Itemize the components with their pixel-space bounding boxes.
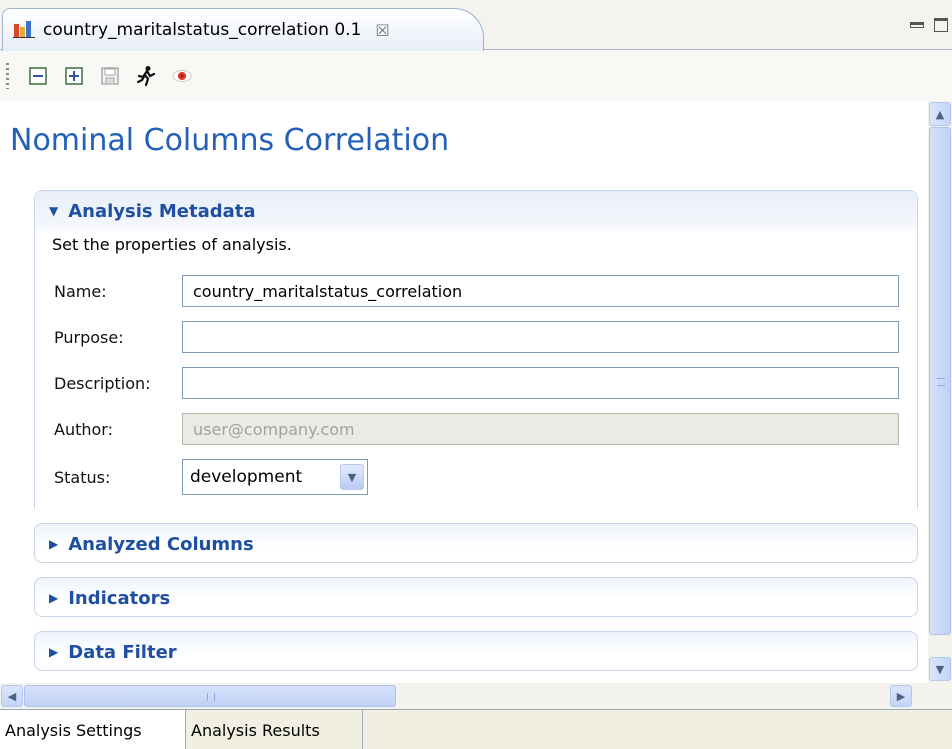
collapsed-triangle-icon: ▶	[49, 537, 59, 551]
save-icon	[101, 67, 119, 85]
maximize-icon[interactable]	[934, 18, 948, 32]
indicators-header[interactable]: ▶ Indicators	[35, 578, 917, 618]
name-field[interactable]: country_maritalstatus_correlation	[182, 275, 899, 307]
purpose-label: Purpose:	[54, 327, 124, 347]
name-row: Name: country_maritalstatus_correlation	[54, 275, 899, 307]
editor-tab-title: country_maritalstatus_correlation 0.1	[43, 20, 362, 40]
minimize-icon[interactable]	[910, 22, 924, 28]
chevron-down-icon[interactable]: ▼	[340, 464, 364, 490]
status-row: Status: development ▼	[54, 459, 368, 495]
horizontal-scrollbar[interactable]: ◀ ▶	[0, 683, 928, 709]
run-button[interactable]	[135, 65, 157, 87]
bar-chart-icon	[13, 18, 35, 42]
editor-toolbar	[0, 51, 952, 101]
analysis-metadata-description: Set the properties of analysis.	[52, 235, 292, 254]
page-title: Nominal Columns Correlation	[10, 123, 450, 158]
collapsed-triangle-icon: ▶	[49, 645, 59, 659]
description-label: Description:	[54, 373, 151, 393]
author-label: Author:	[54, 419, 113, 439]
scroll-down-icon[interactable]: ▼	[929, 657, 951, 681]
tab-analysis-results[interactable]: Analysis Results	[186, 710, 363, 749]
scroll-left-icon[interactable]: ◀	[1, 685, 23, 707]
status-select[interactable]: development ▼	[182, 459, 368, 495]
indicators-section[interactable]: ▶ Indicators	[34, 577, 918, 617]
expand-all-button[interactable]	[63, 65, 85, 87]
collapse-all-button[interactable]	[27, 65, 49, 87]
editor-tab-strip: country_maritalstatus_correlation 0.1 ☒	[0, 0, 952, 51]
status-value: development	[190, 467, 303, 487]
data-filter-header[interactable]: ▶ Data Filter	[35, 632, 917, 672]
scroll-up-icon[interactable]: ▲	[929, 102, 951, 126]
window-controls	[910, 18, 948, 32]
analyzed-columns-title: Analyzed Columns	[68, 533, 254, 555]
tab-analysis-settings[interactable]: Analysis Settings	[0, 710, 186, 749]
status-label: Status:	[54, 467, 111, 487]
horizontal-scroll-thumb[interactable]	[24, 685, 396, 707]
scroll-corner	[928, 683, 952, 709]
run-icon	[136, 66, 156, 87]
toolbar-grip[interactable]	[6, 63, 9, 89]
analysis-metadata-header[interactable]: ▼ Analysis Metadata	[35, 191, 917, 231]
tab-analysis-settings-label: Analysis Settings	[5, 720, 142, 740]
name-label: Name:	[54, 281, 107, 301]
purpose-row: Purpose:	[54, 321, 899, 353]
eye-icon	[172, 70, 192, 82]
editor-content: Nominal Columns Correlation ▼ Analysis M…	[0, 101, 928, 683]
indicators-title: Indicators	[68, 587, 171, 609]
analyzed-columns-header[interactable]: ▶ Analyzed Columns	[35, 524, 917, 564]
preview-button[interactable]	[171, 65, 193, 87]
analysis-metadata-section: ▼ Analysis Metadata Set the properties o…	[34, 190, 918, 509]
tab-analysis-results-label: Analysis Results	[191, 720, 320, 740]
purpose-field[interactable]	[182, 321, 899, 353]
editor-tab[interactable]: country_maritalstatus_correlation 0.1 ☒	[2, 8, 484, 51]
author-row: Author: user@company.com	[54, 413, 899, 445]
expanded-triangle-icon: ▼	[49, 204, 59, 218]
collapsed-triangle-icon: ▶	[49, 591, 59, 605]
save-button[interactable]	[99, 65, 121, 87]
description-field[interactable]	[182, 367, 899, 399]
analysis-metadata-title: Analysis Metadata	[68, 200, 256, 222]
collapse-all-icon	[29, 67, 47, 85]
author-field: user@company.com	[182, 413, 899, 445]
page-tabs: Analysis Settings Analysis Results	[0, 709, 952, 749]
scroll-right-icon[interactable]: ▶	[890, 685, 912, 707]
data-filter-section[interactable]: ▶ Data Filter	[34, 631, 918, 671]
vertical-scroll-thumb[interactable]	[929, 127, 951, 635]
vertical-scrollbar[interactable]: ▲ ▼	[928, 101, 952, 683]
close-icon[interactable]: ☒	[375, 21, 389, 40]
expand-all-icon	[65, 67, 83, 85]
analyzed-columns-section[interactable]: ▶ Analyzed Columns	[34, 523, 918, 563]
data-filter-title: Data Filter	[68, 641, 177, 663]
description-row: Description:	[54, 367, 899, 399]
